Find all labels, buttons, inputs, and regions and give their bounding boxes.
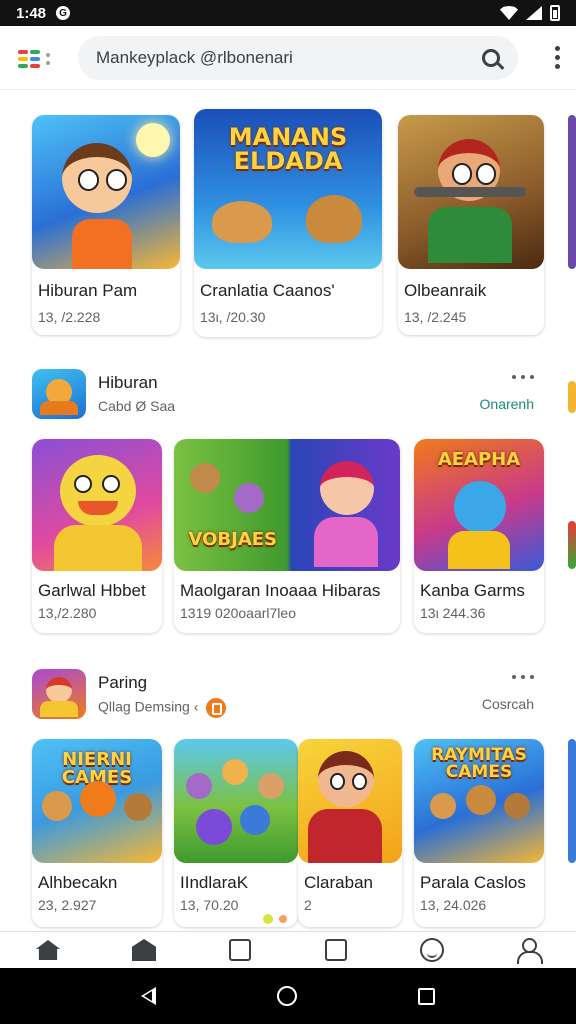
game-title: Alhbecakn <box>38 873 118 892</box>
app-bar: Mankeyplack @rlbonenari <box>0 26 576 90</box>
game-title: Kanba Garms <box>420 581 525 600</box>
game-meta: 13ι 244.36 <box>420 605 486 621</box>
section-icon[interactable] <box>32 369 86 419</box>
game-card[interactable]: IIndlaraK 13, 70.20 <box>174 739 298 927</box>
nav-library[interactable] <box>316 935 356 965</box>
game-thumbnail[interactable]: AEAPHA <box>414 439 544 571</box>
section-title: Paring <box>98 673 148 692</box>
app-logo-icon[interactable] <box>16 44 56 72</box>
game-card[interactable]: NIERNI CAMES Alhbecakn 23, 2.927 <box>32 739 162 927</box>
game-title: Parala Caslos <box>420 873 526 892</box>
library-icon <box>325 939 347 961</box>
game-banner-text: RAYMITAS CAMES <box>431 745 527 782</box>
game-thumbnail[interactable] <box>32 439 162 571</box>
section-subtitle: Cabd Ø Saa <box>98 398 176 414</box>
store-icon <box>132 939 156 961</box>
game-card[interactable]: Olbeanraik 13, /2.245 <box>398 115 544 335</box>
section-link[interactable]: Onarenh <box>480 396 534 412</box>
game-banner-text: AEAPHA <box>437 449 521 470</box>
more-icon[interactable] <box>512 375 534 379</box>
game-meta: 13,/2.280 <box>38 605 97 621</box>
game-meta: 2 <box>304 897 312 913</box>
home-icon <box>36 940 60 960</box>
carousel-peek <box>568 115 576 269</box>
game-thumbnail[interactable]: NIERNI CAMES <box>32 739 162 863</box>
game-meta: 13, 24.026 <box>420 897 487 913</box>
bottom-navigation <box>0 931 576 968</box>
recents-icon[interactable] <box>418 987 436 1005</box>
status-bar: 1:48 G <box>0 0 576 26</box>
nav-home[interactable] <box>28 935 68 965</box>
system-navigation-bar <box>0 968 576 1024</box>
carousel-peek <box>568 381 576 413</box>
carousel-page-indicator <box>263 914 287 924</box>
game-card[interactable]: VOBJAES Maolgaran Inoaaa Hibaras 1319 02… <box>174 439 400 633</box>
game-card[interactable]: Hiburan Pam 13, /2.228 <box>32 115 180 335</box>
wifi-icon <box>500 6 518 20</box>
game-meta: 13ι, /20.30 <box>200 309 266 325</box>
smiley-icon <box>420 938 444 962</box>
search-icon[interactable] <box>482 48 500 67</box>
game-title: Claraban <box>304 873 373 892</box>
content-feed[interactable]: Hiburan Pam 13, /2.228 MANANS ELDADA Cra… <box>0 91 576 931</box>
section-icon[interactable] <box>32 669 86 719</box>
carousel-peek <box>568 739 576 863</box>
game-card[interactable]: MANANS ELDADA Cranlatia Caanos' 13ι, /20… <box>194 109 382 337</box>
game-card[interactable]: AEAPHA Kanba Garms 13ι 244.36 <box>414 439 544 633</box>
game-meta: 23, 2.927 <box>38 897 97 913</box>
back-icon[interactable] <box>140 987 156 1005</box>
section-header: Paring Qllag Demsing ‹ Cosrcah <box>32 669 544 725</box>
game-thumbnail[interactable]: MANANS ELDADA <box>194 109 382 269</box>
section-subtitle: Qllag Demsing ‹ <box>98 698 227 718</box>
game-thumbnail[interactable]: RAYMITAS CAMES <box>414 739 544 863</box>
game-title: Hiburan Pam <box>38 281 138 300</box>
game-banner-text: VOBJAES <box>188 529 278 550</box>
carousel-peek <box>568 521 576 569</box>
signal-icon <box>526 6 542 20</box>
game-meta: 1319 020oaarl7leo <box>180 605 296 621</box>
status-time: 1:48 <box>16 4 47 22</box>
game-card[interactable]: RAYMITAS CAMES Parala Caslos 13, 24.026 <box>414 739 544 927</box>
game-card[interactable]: Claraban 2 <box>298 739 402 927</box>
person-icon <box>516 938 543 964</box>
game-title: Maolgaran Inoaaa Hibaras <box>180 581 381 600</box>
apps-icon <box>229 939 251 961</box>
page-dot-active <box>263 914 273 924</box>
game-card[interactable]: Garlwal Hbbet 13,/2.280 <box>32 439 162 633</box>
section-link[interactable]: Cosrcah <box>482 696 534 712</box>
game-thumbnail[interactable] <box>174 739 298 863</box>
game-title: IIndlaraK <box>180 873 249 892</box>
game-meta: 13, 70.20 <box>180 897 239 913</box>
game-thumbnail[interactable] <box>32 115 180 269</box>
game-thumbnail[interactable] <box>398 115 544 269</box>
badge-icon <box>206 698 227 718</box>
game-meta: 13, /2.245 <box>404 309 467 325</box>
nav-store[interactable] <box>124 935 164 965</box>
search-query[interactable]: Mankeyplack @rlbonenari <box>96 48 482 68</box>
page-dot <box>279 915 287 923</box>
nav-kids[interactable] <box>412 935 452 965</box>
notification-icon: G <box>56 6 71 20</box>
game-thumbnail[interactable]: VOBJAES <box>174 439 400 571</box>
game-meta: 13, /2.228 <box>38 309 101 325</box>
section-title: Hiburan <box>98 373 158 392</box>
home-circle-icon[interactable] <box>276 986 297 1006</box>
section-header: Hiburan Cabd Ø Saa Onarenh <box>32 369 544 425</box>
more-options-icon[interactable] <box>554 46 560 69</box>
nav-profile[interactable] <box>508 935 548 965</box>
game-thumbnail[interactable] <box>298 739 402 863</box>
game-title: Garlwal Hbbet <box>38 581 146 600</box>
game-title: Olbeanraik <box>404 281 487 300</box>
battery-icon <box>550 5 560 21</box>
more-icon[interactable] <box>512 675 534 679</box>
nav-apps[interactable] <box>220 935 260 965</box>
search-bar[interactable]: Mankeyplack @rlbonenari <box>78 35 518 80</box>
game-title: Cranlatia Caanos' <box>200 281 335 300</box>
game-banner-text: MANANS ELDADA <box>228 123 348 175</box>
